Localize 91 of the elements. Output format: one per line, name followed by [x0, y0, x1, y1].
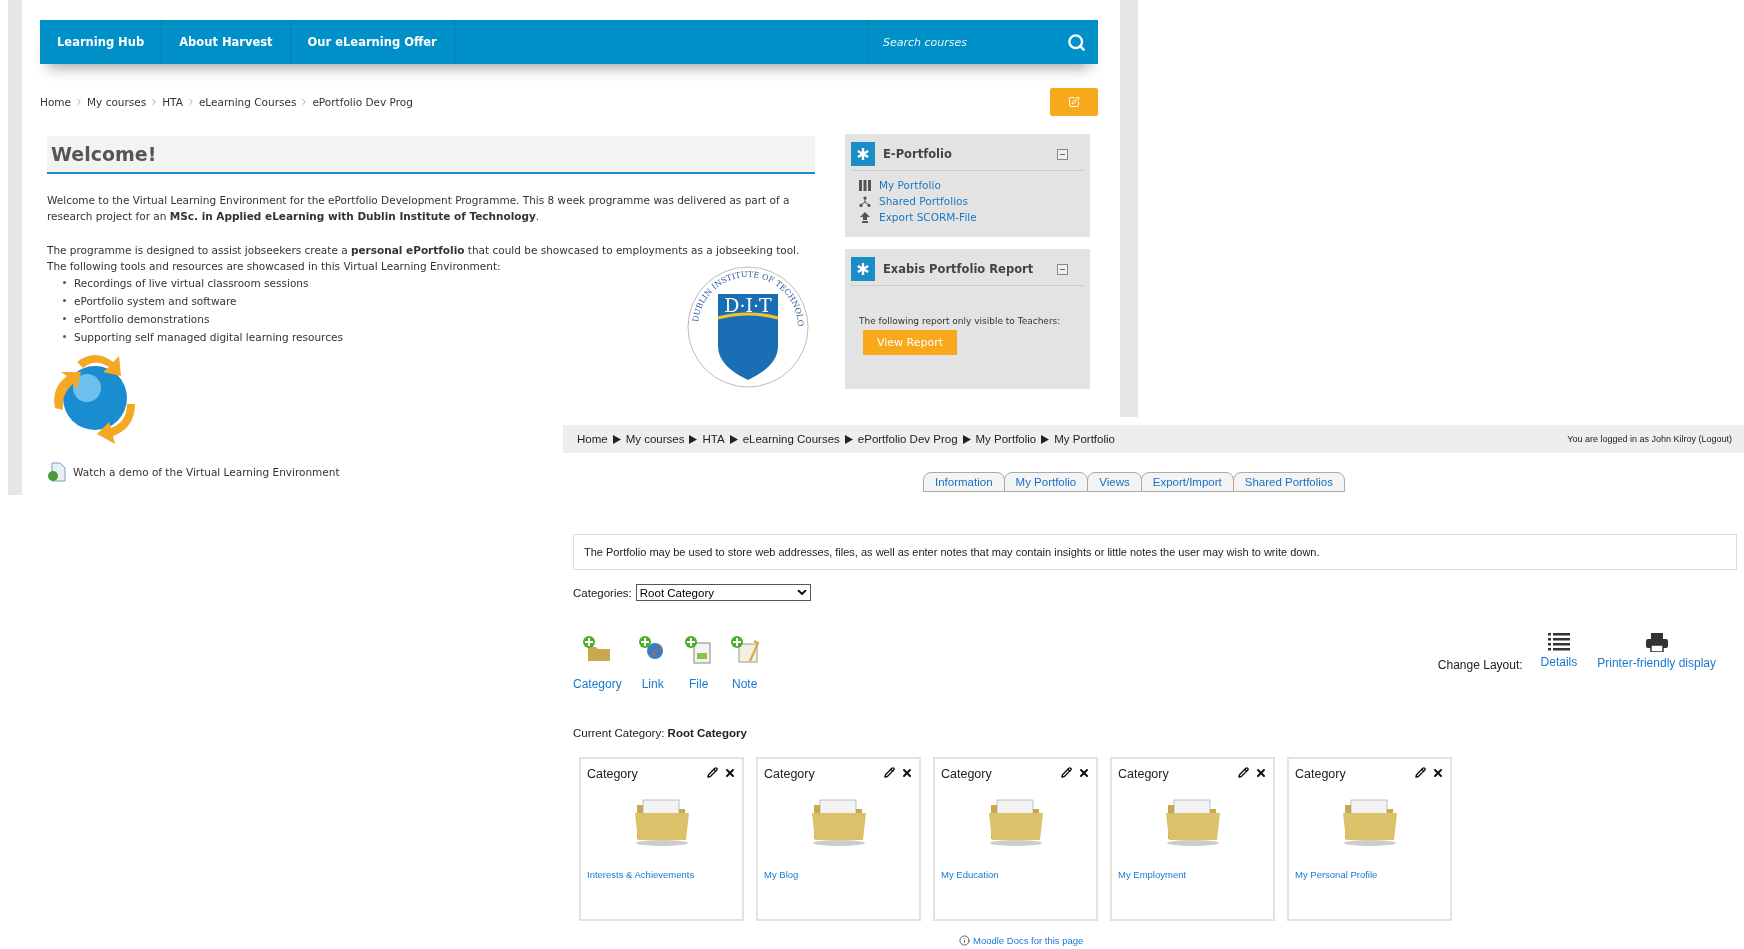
breadcrumb-link[interactable]: eLearning Courses	[198, 96, 297, 108]
block-title: E-Portfolio	[883, 147, 953, 161]
nav-item[interactable]: Our eLearning Offer	[290, 20, 455, 64]
edit-button[interactable]	[1415, 767, 1426, 779]
triangle-icon	[1041, 434, 1050, 444]
bullet-item: Recordings of live virtual classroom sessions	[63, 274, 343, 292]
intro-paragraph: Welcome to the Virtual Learning Environment for the ePortfolio Development Programme. This 8 week programme was delivered as part of a research project for an MSc. in Applied eLearning with Dublin Institute of Technology.	[47, 193, 791, 224]
books-icon	[859, 179, 871, 191]
card-title: Category	[1118, 767, 1169, 781]
folder-name-link[interactable]: My Blog	[764, 869, 913, 880]
breadcrumb-link[interactable]: HTA	[702, 433, 725, 445]
edit-button[interactable]	[707, 767, 718, 779]
triangle-icon	[689, 434, 698, 444]
portfolio-link[interactable]: Export SCORM-File	[859, 211, 1084, 223]
delete-button[interactable]	[1432, 767, 1444, 779]
folder-name-link[interactable]: My Employment	[1118, 869, 1267, 880]
delete-button[interactable]	[724, 767, 736, 779]
add-note-icon	[729, 635, 760, 665]
asterisk-icon	[857, 148, 869, 160]
document-globe-icon	[47, 462, 67, 482]
folder-name-link[interactable]: Interests & Achievements	[587, 869, 736, 880]
edit-icon	[1068, 96, 1080, 108]
edit-button[interactable]	[1238, 767, 1249, 779]
asterisk-icon	[857, 263, 869, 275]
bullet-item: ePortfolio system and software	[63, 292, 343, 310]
delete-button[interactable]	[1255, 767, 1267, 779]
portfolio-link[interactable]: My Portfolio	[859, 179, 1084, 191]
folder-name-link[interactable]: My Education	[941, 869, 1090, 880]
docs-link[interactable]: Moodle Docs for this page	[959, 935, 1744, 946]
triangle-icon	[729, 434, 738, 444]
triangle-icon	[612, 434, 621, 444]
breadcrumb-link[interactable]: eLearning Courses	[742, 433, 840, 445]
breadcrumb-link[interactable]: Home	[577, 433, 608, 445]
breadcrumb-link[interactable]: My courses	[87, 96, 147, 108]
breadcrumb-link[interactable]: HTA	[162, 96, 183, 108]
triangle-icon	[844, 434, 853, 444]
welcome-heading: Welcome!	[47, 136, 815, 174]
categories-label: Categories:	[573, 586, 632, 599]
info-icon	[959, 935, 970, 946]
layout-option[interactable]: Printer-friendly display	[1597, 633, 1716, 670]
upload-icon	[859, 211, 871, 223]
category-select[interactable]: Root Category	[635, 584, 811, 601]
layout-label: Change Layout:	[1437, 658, 1523, 672]
current-category: Current Category: Root Category	[573, 727, 748, 739]
add-file-icon	[683, 635, 714, 665]
tab[interactable]: Information	[923, 472, 1005, 492]
bullet-item: Supporting self managed digital learning resources	[63, 328, 343, 346]
add-item-link[interactable]: Category	[573, 635, 622, 691]
search-input[interactable]: Search courses	[881, 34, 1067, 50]
layout-option[interactable]: Details	[1540, 633, 1578, 669]
tab[interactable]: Export/Import	[1140, 472, 1234, 492]
nav-item[interactable]: About Harvest	[162, 20, 291, 64]
portfolio-link[interactable]: Shared Portfolios	[859, 195, 1084, 207]
search-field[interactable]: Search courses	[868, 20, 1098, 64]
demo-link[interactable]: Watch a demo of the Virtual Learning Environment	[73, 466, 340, 478]
login-status: You are logged in as John Kilroy (Logout)	[1567, 434, 1732, 444]
add-item-link[interactable]: File	[683, 635, 714, 691]
collapse-button[interactable]	[1057, 148, 1068, 160]
report-note: The following report only visible to Teachers:	[859, 316, 1062, 326]
dropdown-caret-icon	[796, 589, 807, 596]
breadcrumb-link[interactable]: My Portfolio	[1054, 433, 1115, 445]
chevron-icon	[74, 97, 84, 107]
edit-button[interactable]	[884, 767, 895, 779]
triangle-icon	[962, 434, 971, 444]
edit-button[interactable]	[1061, 767, 1072, 779]
collapse-button[interactable]	[1057, 263, 1068, 275]
search-icon[interactable]	[1067, 32, 1086, 52]
bullet-item: ePortfolio demonstrations	[63, 310, 343, 328]
printer-icon	[1645, 633, 1668, 652]
add-item-link[interactable]: Note	[729, 635, 760, 691]
card-title: Category	[941, 767, 992, 781]
card-title: Category	[587, 767, 638, 781]
card-title: Category	[1295, 767, 1346, 781]
add-item-link[interactable]: Link	[637, 635, 668, 691]
tab[interactable]: My Portfolio	[1003, 472, 1089, 492]
block-title: Exabis Portfolio Report	[883, 262, 1035, 276]
network-icon	[859, 195, 871, 207]
list-icon	[1547, 633, 1570, 651]
breadcrumb-link[interactable]: Home	[40, 96, 71, 108]
card-title: Category	[764, 767, 815, 781]
tab[interactable]: Shared Portfolios	[1232, 472, 1345, 492]
delete-button[interactable]	[1078, 767, 1090, 779]
breadcrumb-link[interactable]: ePortfolio Dev Prog	[857, 433, 958, 445]
folder-name-link[interactable]: My Personal Profile	[1295, 869, 1444, 880]
breadcrumb-link[interactable]: ePortfolio Dev Prog	[312, 96, 413, 108]
tab[interactable]: Views	[1087, 472, 1142, 492]
delete-button[interactable]	[901, 767, 913, 779]
breadcrumb-link[interactable]: My courses	[625, 433, 685, 445]
nav-item[interactable]: Learning Hub	[40, 20, 163, 64]
info-box: The Portfolio may be used to store web addresses, files, as well as enter notes that may contain insights or little notes the user may wish to write down.	[573, 534, 1737, 570]
breadcrumb-link[interactable]: My Portfolio	[975, 433, 1037, 445]
